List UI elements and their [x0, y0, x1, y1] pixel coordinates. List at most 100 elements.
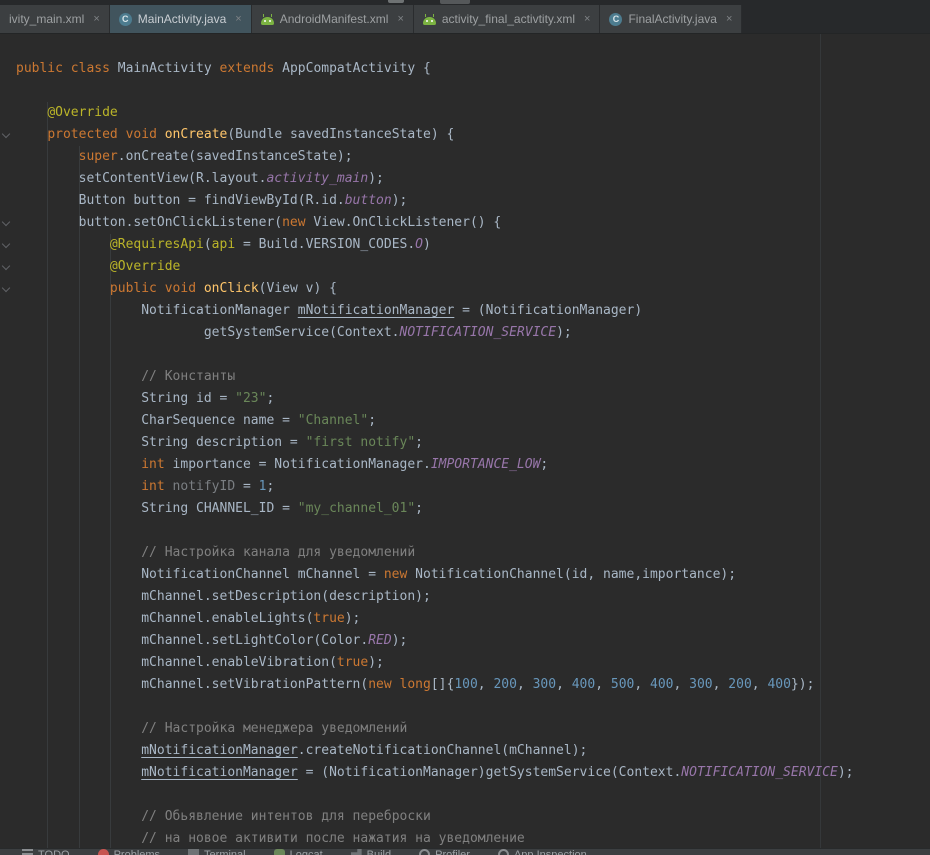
code-token: setContentView(R.layout.	[16, 171, 266, 186]
fold-marker-icon[interactable]	[2, 218, 10, 226]
code-token: );	[838, 765, 854, 780]
code-token: ,	[634, 677, 650, 692]
code-line[interactable]	[0, 520, 930, 542]
android-icon	[261, 17, 274, 25]
code-token: int	[141, 479, 164, 494]
editor-tab-bar: ivity_main.xml×MainActivity.java×Android…	[0, 5, 742, 33]
fold-marker-icon[interactable]	[2, 262, 10, 270]
code-editor[interactable]: public class MainActivity extends AppCom…	[0, 34, 930, 848]
code-line[interactable]: int importance = NotificationManager.IMP…	[0, 454, 930, 476]
code-token: 400	[650, 677, 673, 692]
code-token: RED	[368, 633, 391, 648]
code-line[interactable]: mNotificationManager = (NotificationMana…	[0, 762, 930, 784]
code-token: ;	[415, 435, 423, 450]
code-token: );	[556, 325, 572, 340]
code-line[interactable]: @Override	[0, 256, 930, 278]
code-line[interactable]	[0, 344, 930, 366]
code-token: 400	[767, 677, 790, 692]
code-line[interactable]: // Настройка менеджера уведомлений	[0, 718, 930, 740]
toolwindow-label: Terminal	[204, 849, 246, 855]
code-token: );	[392, 193, 408, 208]
fold-marker-icon[interactable]	[2, 130, 10, 138]
toolwindow-button-inspection[interactable]: App Inspection	[498, 849, 587, 855]
code-line[interactable]: public class MainActivity extends AppCom…	[0, 58, 930, 80]
code-token: (View v) {	[259, 281, 337, 296]
fold-marker-icon[interactable]	[2, 240, 10, 248]
code-line[interactable]: super.onCreate(savedInstanceState);	[0, 146, 930, 168]
code-line[interactable]	[0, 784, 930, 806]
code-line[interactable]	[0, 80, 930, 102]
code-line[interactable]: button.setOnClickListener(new View.OnCli…	[0, 212, 930, 234]
code-token	[16, 831, 141, 846]
code-token: CharSequence name =	[16, 413, 298, 428]
editor-tab[interactable]: FinalActivity.java×	[600, 5, 742, 33]
code-line[interactable]: Button button = findViewById(R.id.button…	[0, 190, 930, 212]
code-line[interactable]: mChannel.enableLights(true);	[0, 608, 930, 630]
code-token: ,	[517, 677, 533, 692]
code-line[interactable]: NotificationManager mNotificationManager…	[0, 300, 930, 322]
problems-icon	[98, 849, 109, 855]
code-line[interactable]: // Константы	[0, 366, 930, 388]
code-line[interactable]: // Настройка канала для уведомлений	[0, 542, 930, 564]
toolbar-fragment-icon	[388, 0, 404, 3]
editor-tab[interactable]: activity_final_activtity.xml×	[414, 5, 601, 33]
code-line[interactable]: NotificationChannel mChannel = new Notif…	[0, 564, 930, 586]
code-token: button.setOnClickListener(	[16, 215, 282, 230]
code-token: mNotificationManager	[298, 303, 455, 318]
code-token: extends	[220, 61, 275, 76]
code-token: mChannel.enableLights(	[16, 611, 313, 626]
code-token: "Channel"	[298, 413, 368, 428]
code-line[interactable]: mChannel.setDescription(description);	[0, 586, 930, 608]
code-token: // Обьявление интентов для переброски	[141, 809, 431, 824]
profiler-icon	[419, 849, 430, 855]
code-token	[16, 479, 141, 494]
code-line[interactable]: String CHANNEL_ID = "my_channel_01";	[0, 498, 930, 520]
code-line[interactable]: @RequiresApi(api = Build.VERSION_CODES.O…	[0, 234, 930, 256]
logcat-icon	[274, 849, 285, 855]
code-token: = (NotificationManager)getSystemService(…	[298, 765, 682, 780]
close-icon[interactable]: ×	[93, 13, 99, 25]
close-icon[interactable]: ×	[584, 13, 590, 25]
code-line[interactable]: CharSequence name = "Channel";	[0, 410, 930, 432]
code-line[interactable]: String description = "first notify";	[0, 432, 930, 454]
toolwindow-button-todo[interactable]: TODO	[22, 849, 70, 855]
code-line[interactable]: @Override	[0, 102, 930, 124]
toolwindow-button-build[interactable]: Build	[351, 849, 391, 855]
toolwindow-button-terminal[interactable]: Terminal	[188, 849, 246, 855]
code-token: new	[384, 567, 407, 582]
code-line[interactable]	[0, 696, 930, 718]
editor-tab[interactable]: ivity_main.xml×	[0, 5, 110, 33]
code-line[interactable]: public void onClick(View v) {	[0, 278, 930, 300]
code-token	[16, 237, 110, 252]
code-area[interactable]: public class MainActivity extends AppCom…	[0, 58, 930, 848]
code-token: onClick	[204, 281, 259, 296]
code-line[interactable]: int notifyID = 1;	[0, 476, 930, 498]
editor-tab[interactable]: AndroidManifest.xml×	[252, 5, 414, 33]
code-line[interactable]: String id = "23";	[0, 388, 930, 410]
code-line[interactable]: protected void onCreate(Bundle savedInst…	[0, 124, 930, 146]
code-line[interactable]: mNotificationManager.createNotificationC…	[0, 740, 930, 762]
code-line[interactable]: // на новое активити после нажатия на ув…	[0, 828, 930, 848]
fold-marker-icon[interactable]	[2, 284, 10, 292]
code-line[interactable]: setContentView(R.layout.activity_main);	[0, 168, 930, 190]
toolwindow-button-logcat[interactable]: Logcat	[274, 849, 323, 855]
close-icon[interactable]: ×	[235, 13, 241, 25]
toolwindow-button-problems[interactable]: Problems	[98, 849, 160, 855]
code-token: mChannel.enableVibration(	[16, 655, 337, 670]
code-token: String CHANNEL_ID =	[16, 501, 298, 516]
code-token	[392, 677, 400, 692]
code-token	[16, 259, 110, 274]
code-line[interactable]: mChannel.enableVibration(true);	[0, 652, 930, 674]
code-token: // Настройка менеджера уведомлений	[141, 721, 407, 736]
toolwindow-button-profiler[interactable]: Profiler	[419, 849, 470, 855]
code-line[interactable]: mChannel.setLightColor(Color.RED);	[0, 630, 930, 652]
code-line[interactable]: mChannel.setVibrationPattern(new long[]{…	[0, 674, 930, 696]
code-token: ;	[266, 391, 274, 406]
editor-tab[interactable]: MainActivity.java×	[110, 5, 252, 33]
close-icon[interactable]: ×	[726, 13, 732, 25]
code-token	[16, 721, 141, 736]
code-token: notifyID	[173, 479, 236, 494]
code-line[interactable]: // Обьявление интентов для переброски	[0, 806, 930, 828]
close-icon[interactable]: ×	[397, 13, 403, 25]
code-line[interactable]: getSystemService(Context.NOTIFICATION_SE…	[0, 322, 930, 344]
